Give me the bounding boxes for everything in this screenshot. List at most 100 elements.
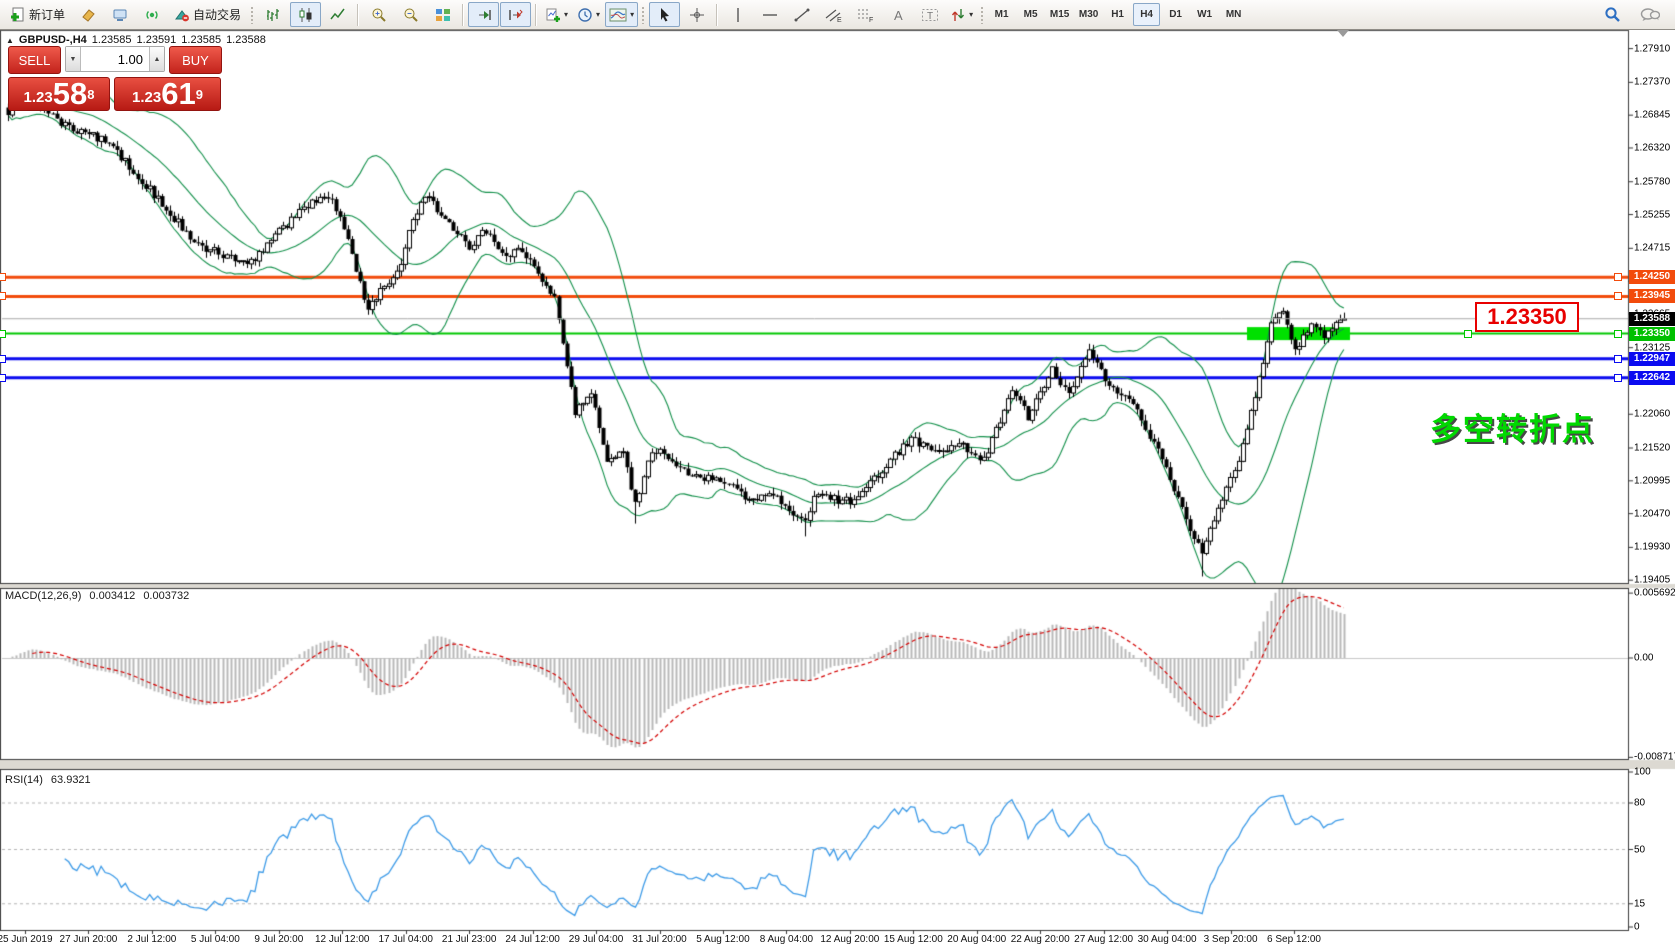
svg-text:A: A [894, 8, 903, 23]
bar-chart-type-button[interactable] [258, 2, 289, 27]
rsi-value: 63.9321 [51, 774, 91, 786]
clock-icon [577, 7, 593, 23]
price-level-label-box[interactable]: 1.23350 [1475, 302, 1579, 332]
tile-windows-icon [435, 7, 451, 23]
tf-button-D1[interactable]: D1 [1162, 3, 1189, 26]
tf-button-M5[interactable]: M5 [1017, 3, 1044, 26]
vertical-line-tool-button[interactable] [722, 2, 753, 27]
ohlc-high: 1.23591 [137, 34, 177, 46]
chevron-down-icon: ▾ [596, 11, 600, 19]
macd-indicator-label: MACD(12,26,9) 0.003412 0.003732 [5, 590, 189, 602]
ohlc-open: 1.23585 [92, 34, 132, 46]
svg-text:T: T [927, 11, 933, 22]
ohlc-close: 1.23588 [226, 34, 266, 46]
zoom-in-button[interactable] [363, 2, 394, 27]
sell-price-prefix: 1.23 [24, 87, 53, 109]
toolbar-grip[interactable] [980, 6, 985, 24]
new-order-button[interactable]: 新订单 [4, 2, 71, 27]
tf-button-M15[interactable]: M15 [1046, 3, 1073, 26]
collapse-triangle-icon[interactable]: ▲ [6, 36, 14, 45]
equidistant-channel-tool-button[interactable]: E [818, 2, 849, 27]
arrows-dropdown-button[interactable]: ▾ [946, 2, 977, 27]
buy-price-pip: 9 [196, 80, 203, 110]
buy-price-button[interactable]: 1.23619 [114, 77, 221, 111]
trendline-tool-button[interactable] [786, 2, 817, 27]
sell-price-pip: 8 [87, 80, 94, 110]
periods-dropdown-button[interactable]: ▾ [573, 2, 604, 27]
new-order-label: 新订单 [29, 6, 65, 23]
indicators-dropdown-button[interactable]: ▾ [541, 2, 572, 27]
chat-button[interactable] [1634, 2, 1665, 27]
crosshair-icon [689, 7, 705, 23]
search-button[interactable] [1597, 2, 1628, 27]
rsi-indicator-label: RSI(14) 63.9321 [5, 774, 91, 786]
tile-windows-button[interactable] [427, 2, 458, 27]
chart-scroll-marker-icon [1337, 30, 1349, 37]
vertical-line-icon [730, 7, 746, 23]
line-chart-icon [330, 7, 346, 23]
buy-price-big: 61 [161, 79, 195, 109]
toolbar-separator [535, 4, 537, 26]
tf-button-W1[interactable]: W1 [1191, 3, 1218, 26]
new-order-icon [10, 7, 26, 23]
price-chart-canvas[interactable] [0, 0, 1675, 949]
candlestick-chart-type-button[interactable] [290, 2, 321, 27]
candlestick-icon [298, 7, 314, 23]
horizontal-line-tool-button[interactable] [754, 2, 785, 27]
eraser-icon [80, 7, 96, 23]
tf-button-M30[interactable]: M30 [1075, 3, 1102, 26]
terminal-button[interactable] [104, 2, 135, 27]
tf-button-H1[interactable]: H1 [1104, 3, 1131, 26]
chart-ohlc-header: ▲ GBPUSD-,H4 1.23585 1.23591 1.23585 1.2… [6, 34, 266, 46]
main-toolbar: 新订单 自动交易 ▾ ▾ [0, 0, 1675, 30]
auto-trading-button[interactable]: 自动交易 [168, 2, 247, 27]
templates-dropdown-button[interactable]: ▾ [605, 2, 638, 27]
one-click-trading-panel: SELL ▼ ▲ BUY 1.23588 1.23619 [8, 46, 222, 111]
tf-button-MN[interactable]: MN [1220, 3, 1247, 26]
signal-icon [144, 7, 160, 23]
auto-scroll-button[interactable] [468, 2, 499, 27]
fibonacci-tool-button[interactable]: F [850, 2, 881, 27]
add-indicator-icon [545, 7, 561, 23]
chat-icon [1640, 7, 1660, 23]
zoom-out-button[interactable] [395, 2, 426, 27]
volume-increase-button[interactable]: ▲ [149, 47, 164, 71]
chevron-down-icon: ▾ [564, 11, 568, 19]
line-chart-type-button[interactable] [322, 2, 353, 27]
text-tool-button[interactable]: A [882, 2, 913, 27]
crosshair-tool-button[interactable] [681, 2, 712, 27]
sell-price-button[interactable]: 1.23588 [8, 77, 110, 111]
svg-text:F: F [869, 17, 873, 23]
toolbar-separator [716, 4, 718, 26]
symbol-period-label: GBPUSD-,H4 [19, 34, 87, 46]
buy-button[interactable]: BUY [169, 46, 222, 74]
search-icon [1604, 6, 1621, 23]
toolbar-grip[interactable] [250, 6, 255, 24]
volume-decrease-button[interactable]: ▼ [66, 47, 81, 71]
chart-shift-icon [508, 7, 524, 23]
ohlc-low: 1.23585 [181, 34, 221, 46]
macd-name: MACD(12,26,9) [5, 590, 81, 602]
toolbar-grip[interactable] [641, 6, 646, 24]
sell-button[interactable]: SELL [8, 46, 61, 74]
auto-trading-label: 自动交易 [193, 6, 241, 23]
trendline-icon [794, 7, 810, 23]
tf-button-H4[interactable]: H4 [1133, 3, 1160, 26]
signal-button[interactable] [136, 2, 167, 27]
cursor-tool-button[interactable] [649, 2, 680, 27]
text-icon: A [890, 7, 906, 23]
macd-signal-value: 0.003732 [143, 590, 189, 602]
volume-input[interactable] [81, 47, 149, 71]
horizontal-line-icon [762, 7, 778, 23]
buy-price-prefix: 1.23 [132, 87, 161, 109]
tf-button-M1[interactable]: M1 [988, 3, 1015, 26]
chart-shift-button[interactable] [500, 2, 531, 27]
template-icon [609, 7, 627, 23]
zoom-in-icon [371, 7, 387, 23]
fibonacci-icon: F [857, 7, 875, 23]
eraser-button[interactable] [72, 2, 103, 27]
text-label-tool-button[interactable]: T [914, 2, 945, 27]
chinese-annotation-text[interactable]: 多空转折点 [1430, 404, 1595, 449]
rsi-name: RSI(14) [5, 774, 43, 786]
toolbar-separator [357, 4, 359, 26]
